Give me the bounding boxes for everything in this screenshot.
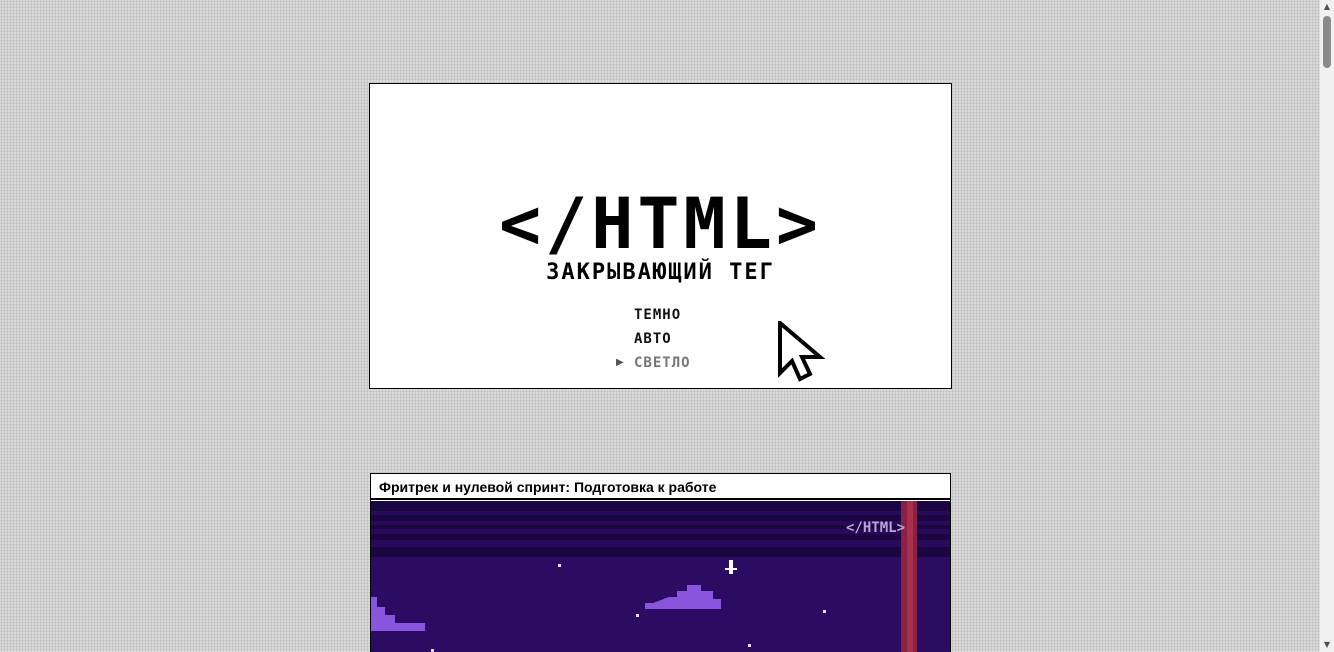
- video-card[interactable]: Фритрек и нулевой спринт: Подготовка к р…: [370, 473, 951, 652]
- theme-option-label: СВЕТЛО: [634, 355, 691, 371]
- scroll-up-arrow-icon[interactable]: ▲: [1320, 0, 1334, 14]
- selected-marker-icon: ▶: [616, 357, 625, 368]
- site-subtitle: ЗАКРЫВАЮЩИЙ ТЕГ: [546, 260, 775, 285]
- mouse-pointer-icon: [778, 321, 826, 382]
- site-logo[interactable]: </HTML>: [370, 186, 951, 262]
- theme-switcher: ТЕМНО АВТО ▶ СВЕТЛО: [616, 303, 691, 375]
- thumbnail-watermark: </HTML>: [846, 520, 905, 536]
- theme-option-dark[interactable]: ТЕМНО: [616, 303, 691, 327]
- scroll-thumb[interactable]: [1323, 16, 1331, 68]
- theme-option-auto[interactable]: АВТО: [616, 327, 691, 351]
- theme-option-light[interactable]: ▶ СВЕТЛО: [616, 351, 691, 375]
- scroll-down-arrow-icon[interactable]: ▼: [1320, 638, 1334, 652]
- theme-option-label: АВТО: [634, 331, 672, 347]
- video-title[interactable]: Фритрек и нулевой спринт: Подготовка к р…: [371, 474, 950, 500]
- page-scrollbar[interactable]: ▲ ▼: [1319, 0, 1334, 652]
- theme-option-label: ТЕМНО: [634, 307, 682, 323]
- video-thumbnail[interactable]: </HTML>: [371, 501, 950, 652]
- hero-header: </HTML> ЗАКРЫВАЮЩИЙ ТЕГ ТЕМНО АВТО ▶ СВЕ…: [369, 83, 952, 389]
